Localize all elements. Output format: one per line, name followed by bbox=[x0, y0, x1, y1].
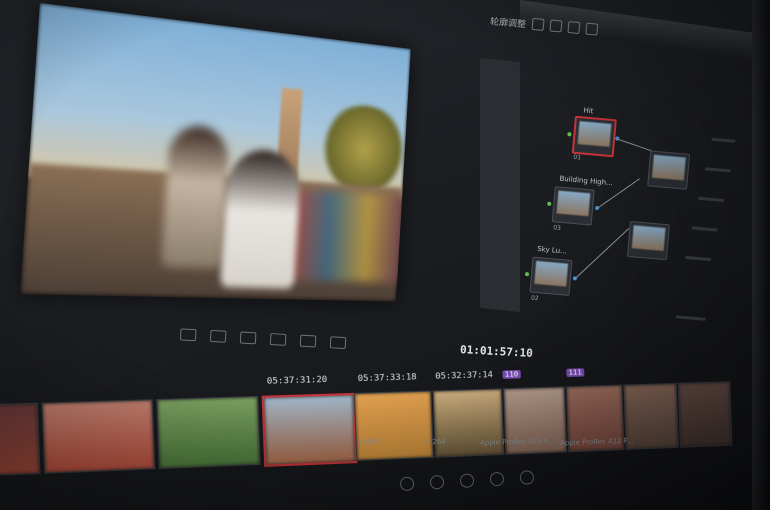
dots-icon[interactable] bbox=[519, 470, 535, 485]
timeline-clip[interactable] bbox=[0, 402, 41, 480]
clip-thumbnail bbox=[678, 382, 732, 447]
clip-number: 110 bbox=[502, 369, 524, 384]
clip-timecode: 05:37:31:20 bbox=[266, 374, 328, 386]
clip-codec-label: H.264 bbox=[424, 437, 446, 447]
timeline-clip[interactable] bbox=[677, 381, 733, 448]
viewer-scene-person-left bbox=[161, 123, 231, 269]
step-back-icon[interactable] bbox=[209, 329, 227, 343]
panel-item[interactable] bbox=[704, 167, 731, 173]
stop-icon[interactable] bbox=[239, 331, 257, 345]
eyedropper-icon[interactable] bbox=[429, 474, 445, 490]
color-wheel-icon[interactable] bbox=[531, 17, 545, 31]
node-thumbnail bbox=[651, 154, 686, 181]
node-03[interactable] bbox=[551, 186, 595, 226]
node-thumbnail bbox=[577, 121, 612, 147]
panel-item[interactable] bbox=[684, 255, 712, 262]
clip-thumbnail bbox=[0, 403, 40, 479]
node-title: Building High... bbox=[559, 174, 614, 188]
pointer-icon[interactable] bbox=[585, 22, 599, 36]
timeline-clip[interactable] bbox=[41, 399, 156, 474]
clip-thumbnail bbox=[263, 395, 356, 465]
panel-item[interactable] bbox=[675, 315, 706, 321]
clip-thumbnail bbox=[354, 391, 433, 460]
node-mixer[interactable] bbox=[647, 150, 691, 190]
editor-screen: 轮廓调整 Hit 01 Building High... 03 Sky Lu..… bbox=[0, 0, 770, 510]
timeline-clip[interactable] bbox=[432, 388, 505, 458]
clip-thumbnail bbox=[157, 396, 260, 468]
clip-number: 111 bbox=[566, 367, 587, 382]
panel-item[interactable] bbox=[711, 137, 736, 143]
node-input-dot[interactable] bbox=[524, 271, 530, 277]
bottom-toolbar bbox=[399, 466, 561, 494]
node-input-dot[interactable] bbox=[547, 201, 552, 206]
grid-icon[interactable] bbox=[549, 19, 563, 33]
node-thumbnail bbox=[631, 225, 666, 251]
node-input-dot[interactable] bbox=[567, 132, 572, 137]
timeline-clip[interactable] bbox=[353, 390, 434, 462]
loop-icon[interactable] bbox=[329, 336, 347, 350]
clip-timecode: 05:32:37:14 bbox=[435, 369, 494, 381]
clip-number-badge: 110 bbox=[502, 370, 521, 379]
node-id: 03 bbox=[552, 224, 562, 232]
node-id: 02 bbox=[530, 294, 539, 303]
node-02[interactable] bbox=[529, 256, 573, 296]
rewind-icon[interactable] bbox=[179, 328, 197, 342]
viewer-scene-crowd bbox=[286, 188, 406, 283]
more-icon[interactable] bbox=[567, 21, 581, 35]
node-connection bbox=[574, 227, 630, 280]
timeline-clip-selected[interactable] bbox=[261, 392, 358, 467]
toolbar-label[interactable]: 轮廓调整 bbox=[490, 14, 527, 30]
panel-item[interactable] bbox=[691, 226, 718, 232]
node-id: 01 bbox=[573, 153, 582, 162]
circle-tool-icon[interactable] bbox=[489, 471, 505, 487]
node-graph[interactable]: Hit 01 Building High... 03 Sky Lu... 02 bbox=[492, 51, 747, 370]
node-output[interactable] bbox=[626, 220, 670, 261]
clip-timecode: 05:37:33:18 bbox=[357, 371, 417, 384]
clip-codec-label: H.264 bbox=[359, 437, 381, 447]
panel-item[interactable] bbox=[698, 196, 725, 203]
video-viewer[interactable] bbox=[20, 2, 411, 302]
viewer-scene-person-right bbox=[220, 147, 302, 289]
node-01[interactable] bbox=[571, 115, 617, 158]
node-title: Hit bbox=[583, 106, 594, 116]
target-icon[interactable] bbox=[459, 473, 475, 489]
node-title: Sky Lu... bbox=[536, 244, 568, 256]
clip-timeline[interactable]: 05:37:31:20 05:37:33:18 05:32:37:14 110 … bbox=[0, 362, 770, 489]
node-thumbnail bbox=[556, 190, 591, 217]
timeline-clip[interactable] bbox=[156, 395, 261, 470]
play-icon[interactable] bbox=[269, 333, 287, 346]
node-connection bbox=[617, 138, 652, 152]
node-thumbnail bbox=[534, 260, 569, 287]
pen-icon[interactable] bbox=[399, 476, 415, 492]
clip-number-badge: 111 bbox=[566, 368, 585, 378]
step-forward-icon[interactable] bbox=[299, 334, 317, 348]
clip-thumbnail bbox=[42, 400, 155, 473]
